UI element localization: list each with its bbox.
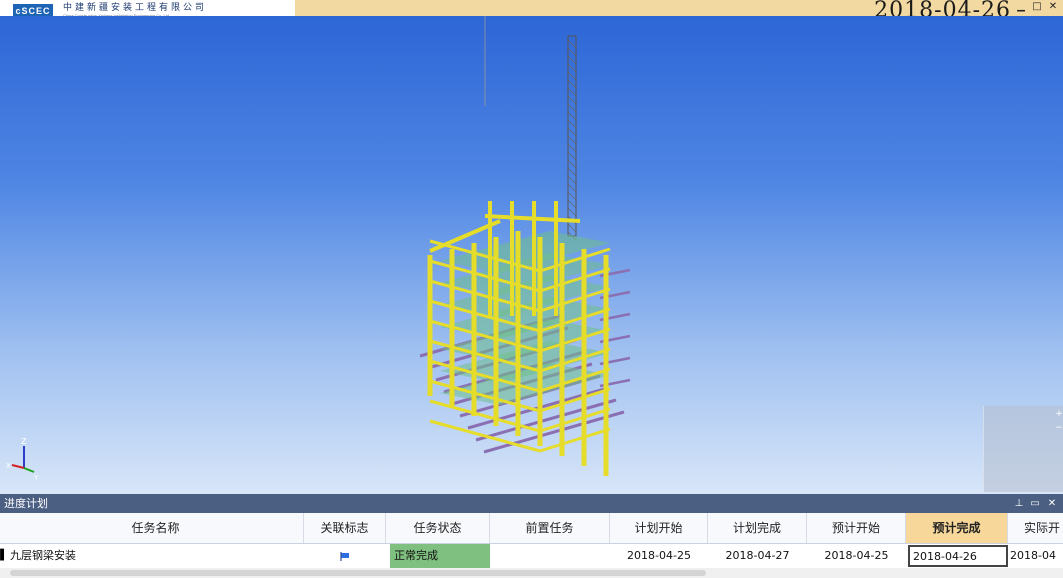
zoom-in-icon[interactable]: + bbox=[1054, 409, 1063, 419]
pin-icon[interactable]: ⊥ bbox=[1013, 494, 1025, 513]
row-indicator: ▌ bbox=[0, 550, 8, 561]
crane-lattice bbox=[567, 95, 577, 105]
crane-lattice bbox=[567, 71, 577, 81]
column-task-name[interactable]: 任务名称 bbox=[8, 513, 304, 543]
crane-lattice bbox=[567, 199, 577, 209]
cell-est-start[interactable]: 2018-04-25 bbox=[807, 544, 906, 568]
crane-lattice bbox=[567, 175, 577, 185]
schedule-grid-header: 任务名称 关联标志 任务状态 前置任务 计划开始 计划完成 预计开始 预计完成 … bbox=[0, 513, 1063, 544]
minimize-button[interactable]: ▁ bbox=[1015, 0, 1027, 14]
crane-lattice bbox=[567, 47, 577, 57]
table-row[interactable]: ▌ 九层钢梁安装 正常完成 2018-04-25 2018-04-27 2018… bbox=[0, 544, 1063, 568]
zoom-out-icon[interactable]: − bbox=[1054, 423, 1063, 433]
crane-lattice bbox=[567, 111, 577, 121]
schedule-panel-header: 进度计划 ⊥ ▭ ✕ bbox=[0, 494, 1063, 513]
axis-label-z: Z bbox=[21, 437, 27, 446]
scrollbar-thumb[interactable] bbox=[10, 570, 706, 576]
cell-plan-start[interactable]: 2018-04-25 bbox=[610, 544, 708, 568]
cell-est-end[interactable]: 2018-04-26 bbox=[908, 545, 1008, 567]
company-name: 中建新疆安装工程有限公司 bbox=[63, 3, 208, 13]
panel-restore-icon[interactable]: ▭ bbox=[1029, 494, 1041, 513]
crane-lattice bbox=[567, 63, 577, 73]
column-est-end[interactable]: 预计完成 bbox=[906, 513, 1008, 543]
crane-lattice bbox=[567, 55, 577, 65]
crane-lattice bbox=[567, 191, 577, 201]
crane-lattice bbox=[567, 79, 577, 89]
flag-icon bbox=[340, 552, 349, 561]
crane-lattice bbox=[567, 151, 577, 161]
crane-lattice bbox=[567, 135, 577, 145]
close-button[interactable]: ✕ bbox=[1047, 0, 1059, 14]
crane-lattice bbox=[567, 87, 577, 97]
axis-label-y: Y bbox=[33, 474, 39, 482]
column-plan-start[interactable]: 计划开始 bbox=[610, 513, 708, 543]
steel-beam bbox=[539, 387, 611, 413]
cell-link-flag[interactable] bbox=[304, 544, 386, 568]
crane-lattice bbox=[567, 143, 577, 153]
axis-label-x: X bbox=[6, 462, 11, 470]
cell-actual-start[interactable]: 2018-04 bbox=[1010, 544, 1063, 568]
crane-lattice bbox=[567, 39, 577, 49]
column-est-start[interactable]: 预计开始 bbox=[807, 513, 906, 543]
horizontal-scrollbar[interactable] bbox=[0, 568, 1063, 578]
crane-lattice bbox=[567, 119, 577, 129]
panel-close-icon[interactable]: ✕ bbox=[1046, 494, 1058, 513]
building-model[interactable]: Z X Y bbox=[0, 16, 1063, 494]
crane-lattice bbox=[567, 159, 577, 169]
column-link-flag[interactable]: 关联标志 bbox=[304, 513, 386, 543]
column-plan-end[interactable]: 计划完成 bbox=[708, 513, 807, 543]
cell-predecessor[interactable] bbox=[490, 544, 610, 568]
crane-lattice bbox=[567, 223, 577, 233]
crane-mast bbox=[567, 35, 577, 237]
column-predecessor[interactable]: 前置任务 bbox=[490, 513, 610, 543]
cell-plan-end[interactable]: 2018-04-27 bbox=[708, 544, 807, 568]
column-actual-start[interactable]: 实际开 bbox=[1008, 513, 1063, 543]
cell-task-status[interactable]: 正常完成 bbox=[390, 544, 490, 568]
maximize-button[interactable]: □ bbox=[1031, 0, 1043, 14]
crane-lattice bbox=[567, 103, 577, 113]
3d-viewport[interactable]: Z X Y + − bbox=[0, 16, 1063, 494]
crane-lattice bbox=[567, 167, 577, 177]
panel-title: 进度计划 bbox=[4, 497, 48, 510]
column-task-status[interactable]: 任务状态 bbox=[386, 513, 490, 543]
crane-lattice bbox=[567, 207, 577, 217]
axis-triad: Z X Y bbox=[6, 437, 39, 482]
cell-task-name[interactable]: 九层钢梁安装 bbox=[10, 544, 304, 568]
tower-crane bbox=[484, 16, 577, 241]
crane-lattice bbox=[567, 127, 577, 137]
navigation-panel[interactable]: + − bbox=[983, 406, 1063, 492]
crane-lattice bbox=[567, 183, 577, 193]
